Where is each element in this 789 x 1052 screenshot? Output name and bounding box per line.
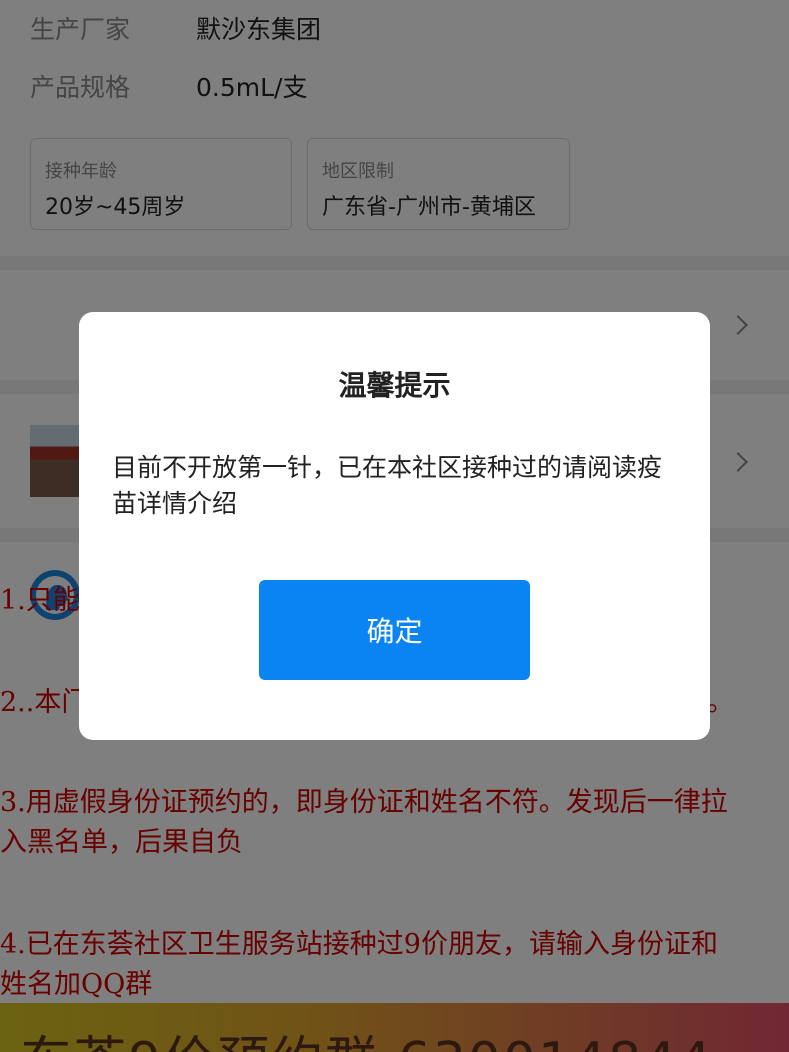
dialog-message: 目前不开放第一针，已在本社区接种过的请阅读疫苗详情介绍 [112, 453, 663, 518]
dialog-title: 温馨提示 [338, 369, 451, 402]
confirm-button[interactable]: 确定 [259, 580, 530, 680]
alert-dialog: 温馨提示 目前不开放第一针，已在本社区接种过的请阅读疫苗详情介绍 确定 [79, 312, 710, 740]
